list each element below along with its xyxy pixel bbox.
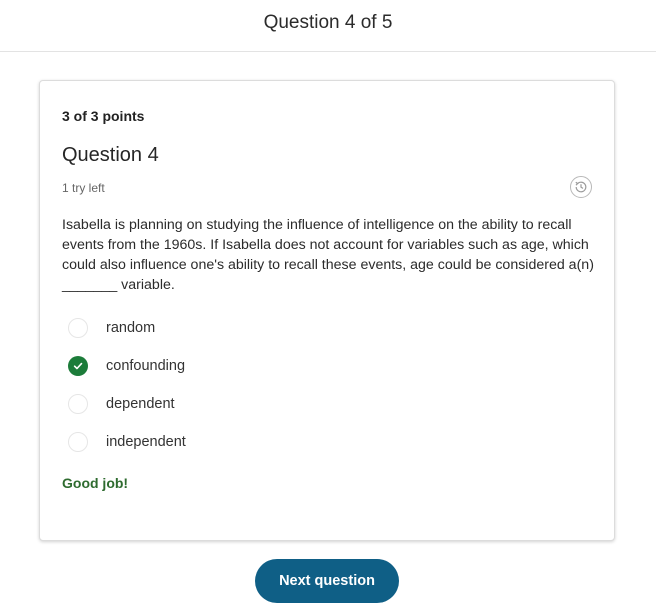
quiz-header: Question 4 of 5 (0, 0, 656, 52)
tries-remaining: 1 try left (62, 181, 105, 195)
radio-button[interactable] (68, 394, 88, 414)
answer-option-independent[interactable]: independent (68, 432, 186, 452)
question-counter: Question 4 of 5 (263, 12, 393, 33)
question-title: Question 4 (62, 144, 159, 166)
answer-option-random[interactable]: random (68, 318, 155, 338)
history-button[interactable] (570, 176, 592, 198)
feedback-message: Good job! (62, 475, 129, 491)
option-label: confounding (106, 358, 186, 374)
radio-button-selected[interactable] (68, 356, 88, 376)
option-label: dependent (106, 396, 175, 412)
question-prompt: Isabella is planning on studying the inf… (62, 217, 594, 293)
answer-option-dependent[interactable]: dependent (68, 394, 175, 414)
history-icon (575, 181, 587, 193)
points-score: 3 of 3 points (62, 108, 145, 124)
answer-option-confounding[interactable]: confounding (68, 356, 185, 376)
radio-button[interactable] (68, 432, 88, 452)
question-card: 3 of 3 points Question 4 1 try left Isab… (39, 80, 615, 541)
next-question-button[interactable]: Next question (255, 559, 399, 603)
option-label: random (106, 320, 156, 336)
radio-button[interactable] (68, 318, 88, 338)
option-label: independent (106, 434, 186, 450)
checkmark-icon (73, 362, 83, 370)
